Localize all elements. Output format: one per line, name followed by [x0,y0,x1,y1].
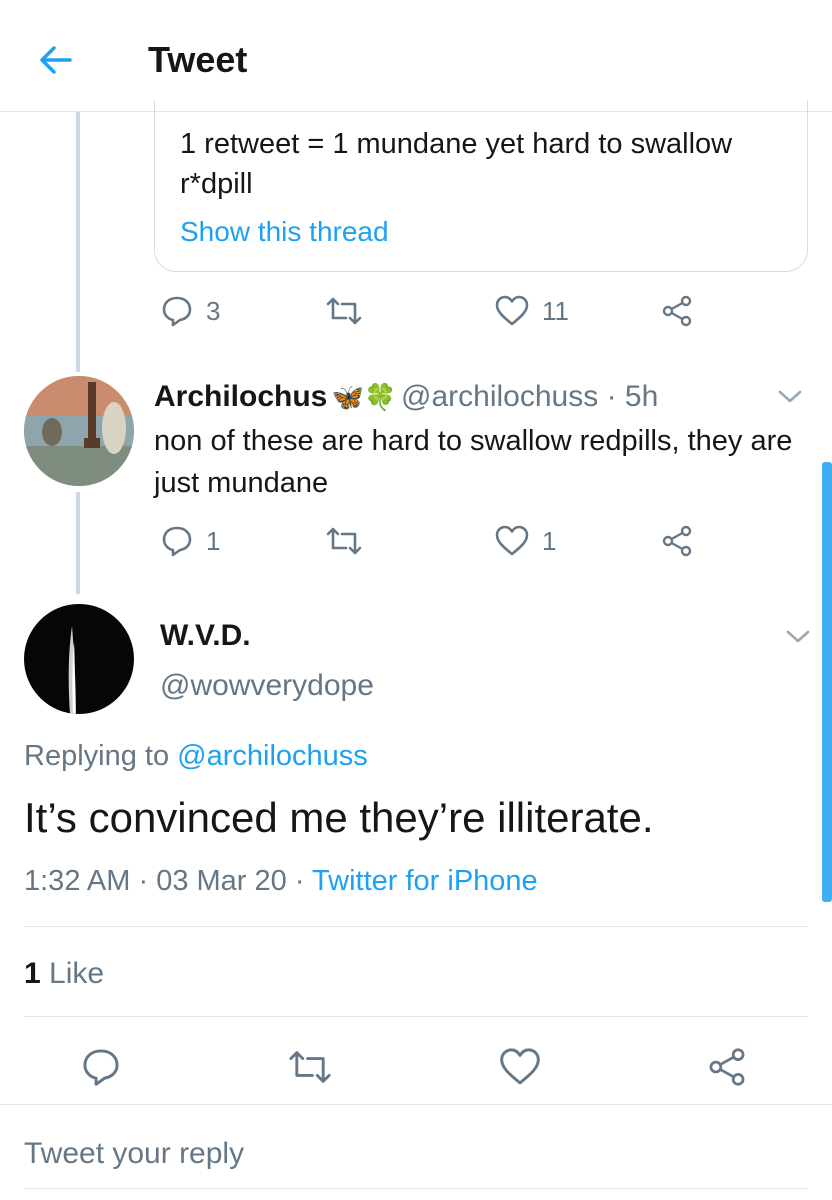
chevron-down-icon[interactable] [784,626,812,646]
likes-count: 1 [24,957,41,990]
like-button[interactable] [498,1046,542,1088]
page-title: Tweet [148,39,248,80]
emoji-badges: 🦋🍀 [331,382,397,412]
like-count: 1 [542,525,557,556]
reply-tweet-text: non of these are hard to swallow redpill… [154,425,793,499]
back-arrow-icon[interactable] [34,38,78,82]
share-icon [660,524,694,558]
divider [24,926,808,927]
tweet-time: 1:32 AM [24,865,131,897]
retweet-action[interactable] [324,524,364,558]
retweet-icon [324,294,364,328]
avatar[interactable] [24,376,134,486]
top-bar: Tweet [0,0,832,112]
like-action[interactable]: 1 [494,524,556,558]
reply-icon [160,524,194,558]
thread-line [76,492,80,594]
handle-and-time[interactable]: @archilochuss · 5h [401,380,658,413]
reply-action[interactable]: 1 [160,524,220,558]
replying-to-label: Replying to [24,740,170,772]
reply-composer-input[interactable]: Tweet your reply [24,1134,244,1174]
heart-icon [494,294,530,328]
divider [0,1104,832,1105]
thread-line [76,112,80,372]
likes-label: Like [49,957,105,990]
likes-summary[interactable]: 1 Like [24,952,104,996]
retweet-button[interactable] [286,1046,334,1088]
divider [24,1016,808,1017]
share-button[interactable] [706,1046,748,1088]
reply-action[interactable]: 3 [160,294,220,328]
retweet-icon [324,524,364,558]
retweet-action[interactable] [324,294,364,328]
quoted-tweet-text: 1 retweet = 1 mundane yet hard to swallo… [180,128,733,200]
scrollbar-thumb[interactable] [822,462,832,902]
avatar[interactable] [24,604,134,714]
share-icon [660,294,694,328]
replying-to-line: Replying to @archilochuss [24,736,368,776]
reply-icon [80,1046,122,1088]
show-thread-link[interactable]: Show this thread [180,212,389,252]
display-name[interactable]: W.V.D. [160,616,251,656]
share-icon [706,1046,748,1088]
heart-icon [494,524,530,558]
reply-count: 1 [206,525,221,556]
display-name[interactable]: Archilochus [154,380,327,413]
main-tweet-text: It’s convinced me they’re illiterate. [24,794,654,841]
tweet-metadata: 1:32 AM · 03 Mar 20 · Twitter for iPhone [24,865,538,897]
tweet-date: 03 Mar 20 [156,865,287,897]
user-handle[interactable]: @wowverydope [160,666,374,706]
share-action[interactable] [660,524,694,558]
like-count: 11 [542,295,569,326]
reply-count: 3 [206,295,221,326]
replying-to-handle[interactable]: @archilochuss [177,740,368,772]
heart-icon [498,1046,542,1088]
tweet-header: Archilochus 🦋🍀 @archilochuss · 5h [154,378,658,421]
reply-icon [160,294,194,328]
tweet-source[interactable]: Twitter for iPhone [312,865,538,897]
like-action[interactable]: 11 [494,294,569,328]
composer-underline [24,1188,808,1189]
chevron-down-icon[interactable] [776,386,804,406]
retweet-icon [286,1046,334,1088]
share-action[interactable] [660,294,694,328]
reply-button[interactable] [80,1046,122,1088]
